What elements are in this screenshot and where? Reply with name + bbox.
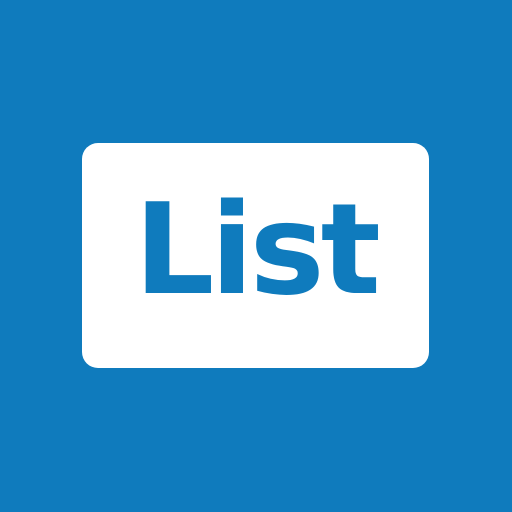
logo-text: List bbox=[134, 175, 381, 323]
logo-card: List bbox=[82, 143, 429, 368]
